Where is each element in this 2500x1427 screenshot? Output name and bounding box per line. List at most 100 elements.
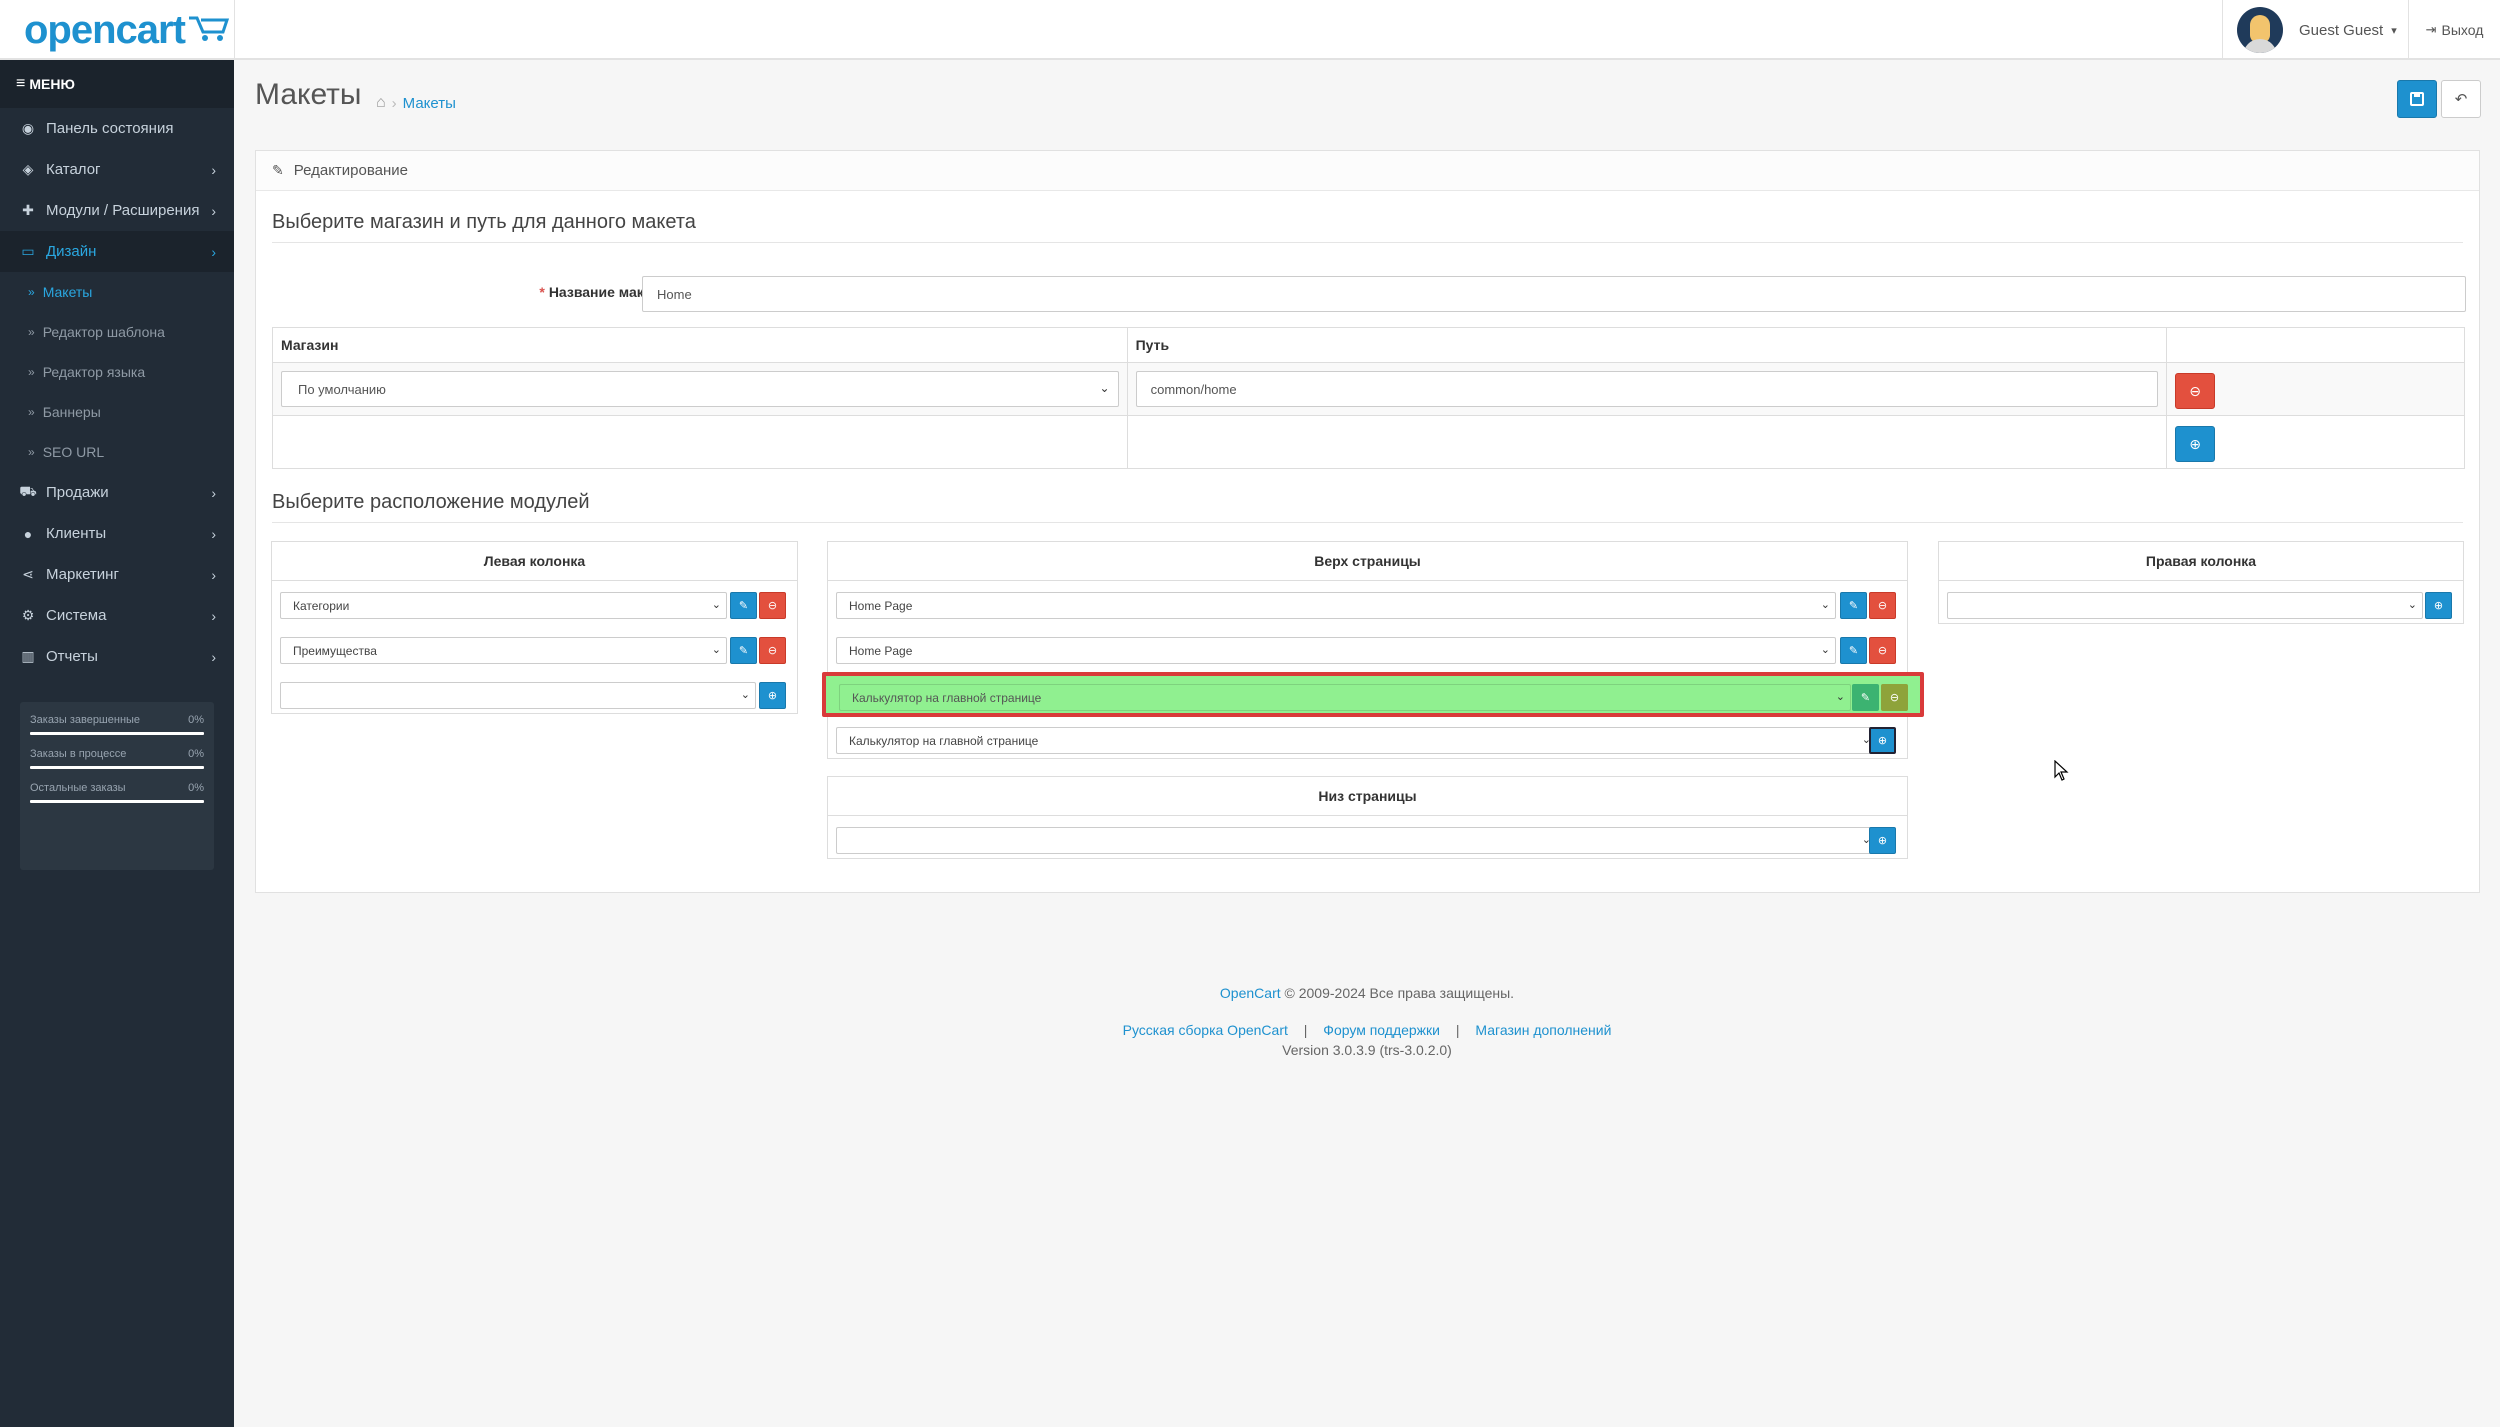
caret-down-icon: ▾ [2391, 24, 2397, 37]
sidebar-item-sales[interactable]: ⛟ Продажи › [0, 472, 234, 513]
back-button[interactable]: ↶ [2441, 80, 2481, 118]
sidebar-item-extensions[interactable]: ✚ Модули / Расширения › [0, 190, 234, 231]
chevron-down-icon: ⌄ [2407, 599, 2417, 611]
footer-link-russian-build[interactable]: Русская сборка OpenCart [1123, 1022, 1288, 1038]
module-select[interactable]: Home Page ⌄ [836, 637, 1836, 664]
remove-module-button[interactable]: ⊖ [1869, 637, 1896, 664]
double-angle-icon: » [28, 325, 35, 339]
stat-processing: Заказы в процессе 0% [30, 742, 204, 776]
module-select[interactable]: Категории ⌄ [280, 592, 727, 619]
sidebar-item-catalog[interactable]: ◈ Каталог › [0, 149, 234, 190]
footer-link-forum[interactable]: Форум поддержки [1323, 1022, 1440, 1038]
add-module-button[interactable]: ⊕ [1869, 727, 1896, 754]
add-module-button[interactable]: ⊕ [1869, 827, 1896, 854]
chevron-right-icon: › [211, 607, 216, 624]
breadcrumb-separator: › [391, 94, 397, 112]
remove-module-button[interactable]: ⊖ [759, 592, 786, 619]
new-module-select[interactable]: Калькулятор на главной странице ⌄ [836, 727, 1877, 754]
sidebar-subitem-label: Макеты [42, 284, 93, 300]
top-column-table: Верх страницы Home Page ⌄ ✎ ⊖ Home Page ⌄ … [827, 541, 1908, 759]
opencart-logo[interactable]: opencart [24, 7, 231, 52]
sidebar-subitem-language-editor[interactable]: » Редактор языка [0, 352, 234, 392]
module-row: Home Page ⌄ ✎ ⊖ [828, 627, 1907, 671]
double-angle-icon: » [28, 285, 35, 299]
module-select[interactable]: Home Page ⌄ [836, 592, 1836, 619]
module-select[interactable]: Калькулятор на главной странице ⌄ [839, 684, 1851, 711]
sidebar-subitem-label: SEO URL [42, 444, 105, 460]
breadcrumb-link-layouts[interactable]: Макеты [403, 95, 456, 112]
pencil-icon: ✎ [1860, 692, 1871, 704]
sidebar-subitem-seo-url[interactable]: » SEO URL [0, 432, 234, 472]
route-column-header: Путь [1126, 327, 2168, 363]
legend-route: Выберите магазин и путь для данного маке… [272, 211, 696, 233]
edit-module-button[interactable]: ✎ [1840, 592, 1867, 619]
stat-progress-bar [30, 732, 204, 735]
sidebar-item-marketing[interactable]: ⋖ Маркетинг › [0, 554, 234, 595]
chevron-down-icon: ⌄ [740, 689, 750, 701]
remove-module-button[interactable]: ⊖ [1869, 592, 1896, 619]
page-title: Макеты [255, 78, 362, 111]
home-icon[interactable]: ⌂ [376, 94, 386, 112]
chevron-down-icon: ⌄ [1820, 599, 1830, 611]
chevron-right-icon: › [211, 566, 216, 583]
panel-heading: ✎ Редактирование [256, 151, 2479, 191]
pencil-icon: ✎ [1848, 600, 1859, 612]
remove-module-button[interactable]: ⊖ [1881, 684, 1908, 711]
footer-brand-link[interactable]: OpenCart [1220, 985, 1281, 1001]
footer-copyright: OpenCart © 2009-2024 Все права защищены. [1219, 985, 1515, 1001]
add-route-button[interactable]: ⊕ [2175, 426, 2216, 462]
monitor-icon: ▭ [21, 243, 35, 259]
plus-circle-icon: ⊕ [1877, 835, 1888, 847]
sidebar-item-customers[interactable]: ● Клиенты › [0, 513, 234, 554]
new-module-select[interactable]: ⌄ [280, 682, 756, 709]
save-button[interactable] [2397, 80, 2437, 118]
store-select[interactable]: По умолчанию ⌄ [281, 371, 1119, 407]
footer-links: Русская сборка OpenCart | Форум поддержк… [1122, 1022, 1612, 1038]
save-icon [2410, 92, 2424, 106]
add-module-button[interactable]: ⊕ [2425, 592, 2452, 619]
edit-module-button[interactable]: ✎ [1840, 637, 1867, 664]
route-input[interactable]: common/home [1135, 371, 2159, 407]
tags-icon: ◈ [22, 161, 34, 177]
sidebar-item-dashboard[interactable]: ◉ Панель состояния [0, 108, 234, 149]
logout-link[interactable]: ⇥ Выход [2408, 0, 2500, 60]
puzzle-icon: ✚ [22, 202, 34, 218]
breadcrumb: ⌂ › Макеты [376, 94, 456, 112]
pencil-icon: ✎ [738, 645, 749, 657]
logo-text: opencart [24, 7, 186, 52]
new-module-select[interactable]: ⌄ [1947, 592, 2423, 619]
sidebar-item-system[interactable]: ⚙ Система › [0, 595, 234, 636]
right-column-table: Правая колонка ⌄ ⊕ [1938, 541, 2464, 624]
sidebar-subitem-theme-editor[interactable]: » Редактор шаблона [0, 312, 234, 352]
add-module-button[interactable]: ⊕ [759, 682, 786, 709]
menu-label: МЕНЮ [29, 76, 75, 92]
minus-circle-icon: ⊖ [767, 645, 778, 657]
action-column-header [2166, 327, 2465, 363]
menu-header[interactable]: ≡ МЕНЮ [0, 60, 234, 108]
chevron-right-icon: › [211, 525, 216, 542]
sidebar-item-label: Дизайн [46, 243, 97, 260]
sidebar-item-label: Модули / Расширения [46, 202, 200, 219]
user-menu[interactable]: Guest Guest ▾ [2222, 0, 2397, 60]
layout-name-input[interactable]: Home [642, 276, 2466, 312]
remove-module-button[interactable]: ⊖ [759, 637, 786, 664]
edit-module-button[interactable]: ✎ [730, 592, 757, 619]
edit-module-button[interactable]: ✎ [1852, 684, 1879, 711]
chevron-down-icon: ⌄ [1835, 691, 1845, 703]
mouse-cursor-icon [2054, 760, 2069, 781]
sidebar-subitem-banners[interactable]: » Баннеры [0, 392, 234, 432]
sidebar-item-design[interactable]: ▭ Дизайн › [0, 231, 234, 272]
legend-modules: Выберите расположение модулей [272, 491, 590, 513]
remove-route-button[interactable]: ⊖ [2175, 373, 2216, 409]
module-row: ⌄ ⊕ [828, 817, 1907, 861]
new-module-select[interactable]: ⌄ [836, 827, 1877, 854]
edit-module-button[interactable]: ✎ [730, 637, 757, 664]
footer-link-marketplace[interactable]: Магазин дополнений [1475, 1022, 1611, 1038]
sidebar-item-reports[interactable]: ▥ Отчеты › [0, 636, 234, 677]
sidebar-item-label: Отчеты [46, 648, 98, 665]
module-select[interactable]: Преимущества ⌄ [280, 637, 727, 664]
chevron-right-icon: › [211, 202, 216, 219]
cog-icon: ⚙ [21, 607, 35, 623]
sidebar-subitem-layouts[interactable]: » Макеты [0, 272, 234, 312]
table-row: ⊕ [272, 415, 2465, 469]
